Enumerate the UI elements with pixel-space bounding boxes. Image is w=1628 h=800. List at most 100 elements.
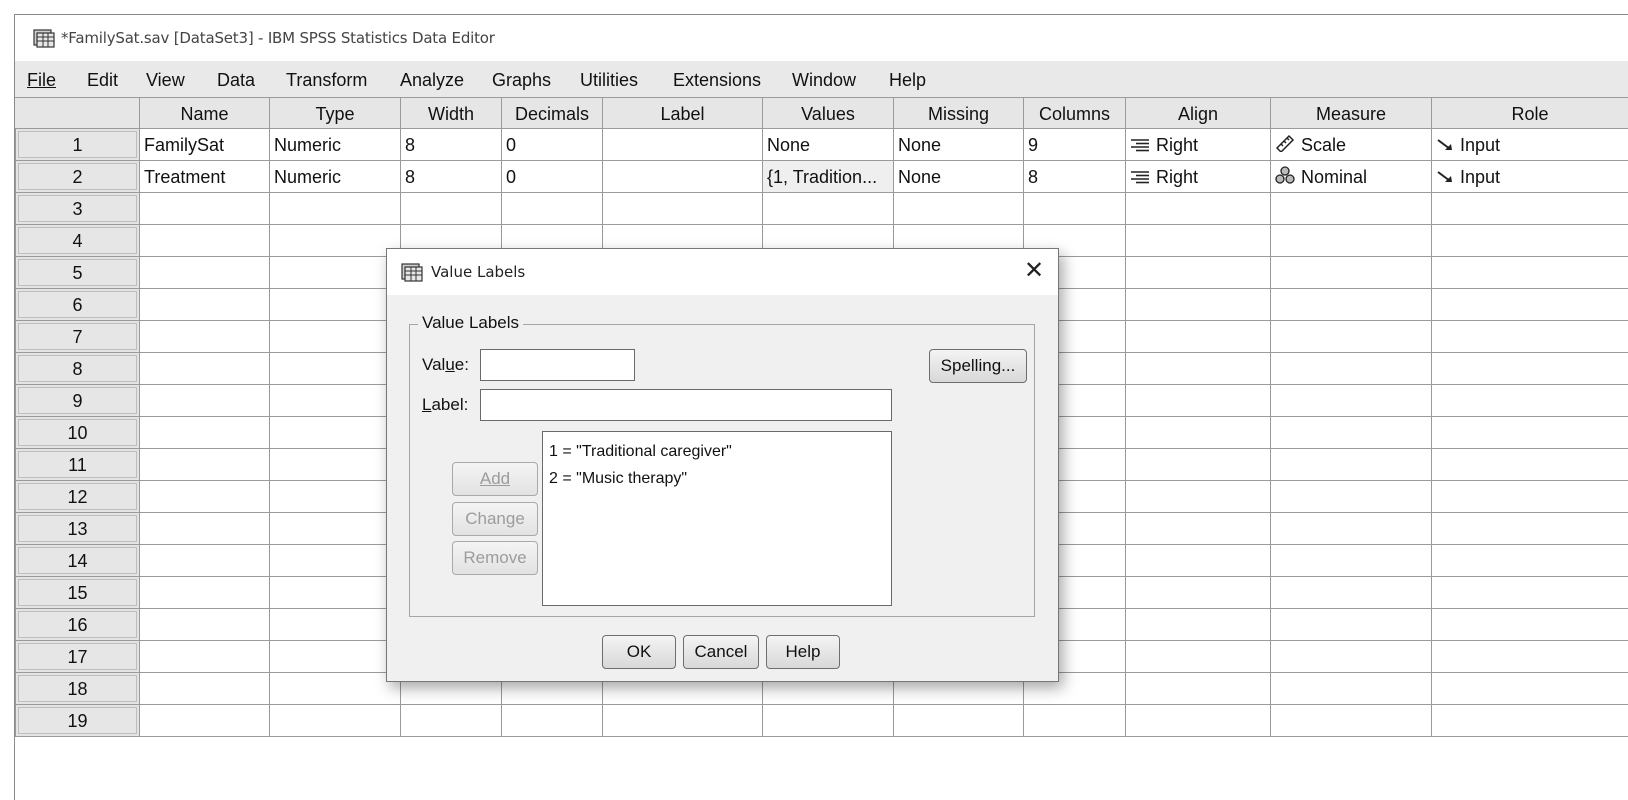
cell-width[interactable]: 8 [401,161,502,193]
empty-cell[interactable] [1271,577,1432,609]
empty-cell[interactable] [140,417,270,449]
empty-cell[interactable] [1432,321,1628,353]
empty-cell[interactable] [1126,321,1271,353]
cell-align[interactable]: Right [1126,161,1271,193]
row-number[interactable]: 9 [15,385,140,417]
empty-cell[interactable] [1271,225,1432,257]
empty-cell[interactable] [1126,193,1271,225]
cell-align[interactable]: Right [1126,129,1271,161]
empty-cell[interactable] [140,225,270,257]
empty-cell[interactable] [1126,257,1271,289]
empty-cell[interactable] [1126,481,1271,513]
header-role[interactable]: Role [1432,97,1628,129]
header-label[interactable]: Label [603,97,763,129]
empty-cell[interactable] [1271,545,1432,577]
row-number[interactable]: 4 [15,225,140,257]
empty-cell[interactable] [1126,545,1271,577]
empty-cell[interactable] [1271,609,1432,641]
empty-cell[interactable] [763,193,894,225]
row-number[interactable]: 5 [15,257,140,289]
empty-cell[interactable] [1126,385,1271,417]
cell-label[interactable] [603,161,763,193]
empty-cell[interactable] [603,193,763,225]
header-width[interactable]: Width [401,97,502,129]
empty-cell[interactable] [270,513,401,545]
row-number[interactable]: 16 [15,609,140,641]
empty-cell[interactable] [1126,513,1271,545]
empty-cell[interactable] [140,577,270,609]
menu-data[interactable]: Data [217,70,255,91]
cell-role[interactable]: Input [1432,129,1628,161]
empty-cell[interactable] [1432,257,1628,289]
empty-cell[interactable] [1271,481,1432,513]
empty-cell[interactable] [1271,257,1432,289]
change-button[interactable]: Change [452,502,538,536]
header-columns[interactable]: Columns [1024,97,1126,129]
cell-type[interactable]: Numeric [270,161,401,193]
cell-missing[interactable]: None [894,129,1024,161]
row-number[interactable]: 7 [15,321,140,353]
empty-cell[interactable] [1126,577,1271,609]
empty-cell[interactable] [270,449,401,481]
empty-cell[interactable] [140,449,270,481]
empty-cell[interactable] [1126,705,1271,737]
empty-cell[interactable] [270,705,401,737]
row-number[interactable]: 14 [15,545,140,577]
empty-cell[interactable] [1432,513,1628,545]
empty-cell[interactable] [401,193,502,225]
close-icon[interactable]: ✕ [1022,257,1046,283]
menu-utilities[interactable]: Utilities [580,70,638,91]
row-number[interactable]: 1 [15,129,140,161]
empty-cell[interactable] [140,513,270,545]
cell-missing[interactable]: None [894,161,1024,193]
empty-cell[interactable] [1271,193,1432,225]
empty-cell[interactable] [1271,513,1432,545]
list-item[interactable]: 2 = "Music therapy" [549,465,885,492]
empty-cell[interactable] [1271,449,1432,481]
header-values[interactable]: Values [763,97,894,129]
empty-cell[interactable] [270,225,401,257]
empty-cell[interactable] [1432,225,1628,257]
empty-cell[interactable] [401,705,502,737]
empty-cell[interactable] [1271,641,1432,673]
header-decimals[interactable]: Decimals [502,97,603,129]
cell-measure[interactable]: Nominal [1271,161,1432,193]
empty-cell[interactable] [270,545,401,577]
empty-cell[interactable] [1432,481,1628,513]
menu-window[interactable]: Window [792,70,856,91]
empty-cell[interactable] [140,289,270,321]
empty-cell[interactable] [140,641,270,673]
empty-cell[interactable] [1126,225,1271,257]
cell-role[interactable]: Input [1432,161,1628,193]
cancel-button[interactable]: Cancel [683,635,759,669]
empty-cell[interactable] [140,353,270,385]
empty-cell[interactable] [140,193,270,225]
empty-cell[interactable] [140,257,270,289]
cell-width[interactable]: 8 [401,129,502,161]
menu-graphs[interactable]: Graphs [492,70,551,91]
empty-cell[interactable] [270,193,401,225]
empty-cell[interactable] [1126,673,1271,705]
value-field[interactable] [480,349,635,381]
remove-button[interactable]: Remove [452,541,538,575]
empty-cell[interactable] [1432,577,1628,609]
menu-extensions[interactable]: Extensions [673,70,761,91]
empty-cell[interactable] [270,673,401,705]
empty-cell[interactable] [270,577,401,609]
header-name[interactable]: Name [140,97,270,129]
empty-cell[interactable] [1432,417,1628,449]
empty-cell[interactable] [270,289,401,321]
row-number[interactable]: 13 [15,513,140,545]
empty-cell[interactable] [1432,353,1628,385]
empty-cell[interactable] [140,321,270,353]
empty-cell[interactable] [270,641,401,673]
cell-name[interactable]: Treatment [140,161,270,193]
row-number[interactable]: 6 [15,289,140,321]
empty-cell[interactable] [502,705,603,737]
value-labels-list[interactable]: 1 = "Traditional caregiver" 2 = "Music t… [542,431,892,606]
menu-analyze[interactable]: Analyze [400,70,464,91]
help-button[interactable]: Help [766,635,840,669]
cell-decimals[interactable]: 0 [502,129,603,161]
empty-cell[interactable] [1271,705,1432,737]
empty-cell[interactable] [1271,417,1432,449]
